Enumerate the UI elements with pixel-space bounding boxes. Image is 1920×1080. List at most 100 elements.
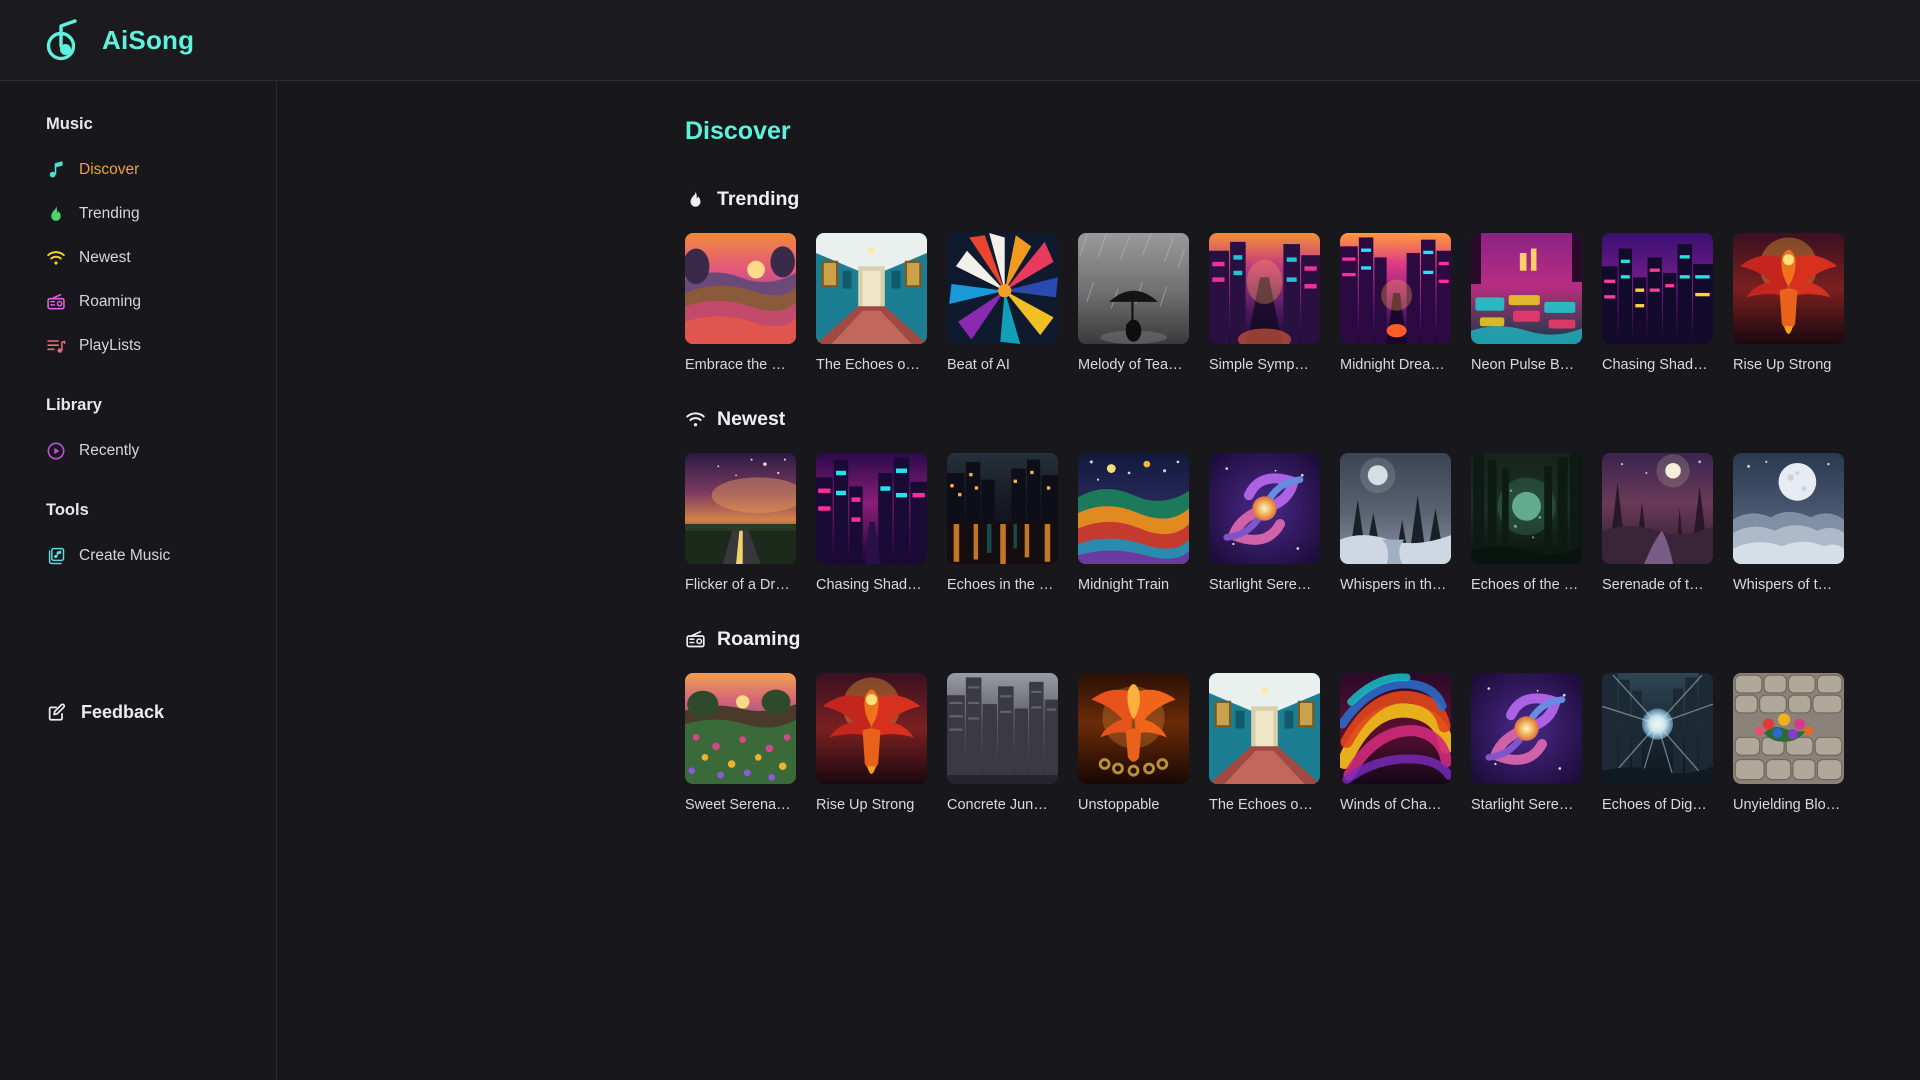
sidebar-item-label: PlayLists [79, 337, 141, 355]
song-card[interactable]: Starlight Sere… [1209, 453, 1320, 594]
song-title: Unstoppable [1078, 796, 1189, 814]
song-card[interactable]: Unstoppable [1078, 673, 1189, 814]
section-header: Roaming [685, 628, 1920, 651]
song-card[interactable]: Rise Up Strong [1733, 233, 1844, 374]
song-cover-art[interactable] [1471, 233, 1582, 344]
song-card[interactable]: Echoes of Dig… [1602, 673, 1713, 814]
song-card[interactable]: Concrete Jun… [947, 673, 1058, 814]
sidebar-item-newest[interactable]: Newest [0, 236, 276, 280]
song-title: Concrete Jun… [947, 796, 1058, 814]
app-name: AiSong [102, 25, 194, 56]
card-row: Embrace the … The Echoes o…Beat of AIMelo… [685, 233, 1920, 374]
song-cover-art[interactable] [1602, 673, 1713, 784]
song-title: Neon Pulse B… [1471, 356, 1582, 374]
song-title: Serenade of t… [1602, 576, 1713, 594]
sidebar-item-trending[interactable]: Trending [0, 192, 276, 236]
song-cover-art[interactable] [1340, 453, 1451, 564]
song-card[interactable]: Simple Symp… [1209, 233, 1320, 374]
music-note-logo-icon [44, 19, 84, 61]
song-cover-art[interactable] [1078, 233, 1189, 344]
song-cover-art[interactable] [947, 673, 1058, 784]
song-title: Whispers in th… [1340, 576, 1451, 594]
song-cover-art[interactable] [1471, 673, 1582, 784]
song-cover-art[interactable] [685, 453, 796, 564]
song-card[interactable]: Whispers of t… [1733, 453, 1844, 594]
song-card[interactable]: Chasing Shad… [1602, 233, 1713, 374]
song-title: Echoes in the … [947, 576, 1058, 594]
song-card[interactable]: Embrace the … [685, 233, 796, 374]
song-card[interactable]: The Echoes o… [816, 233, 927, 374]
song-card[interactable]: Unyielding Blo… [1733, 673, 1844, 814]
song-card[interactable]: The Echoes o… [1209, 673, 1320, 814]
song-card[interactable]: Neon Pulse B… [1471, 233, 1582, 374]
song-cover-art[interactable] [816, 453, 927, 564]
song-cover-art[interactable] [685, 673, 796, 784]
song-cover-art[interactable] [1209, 453, 1320, 564]
song-cover-art[interactable] [1602, 233, 1713, 344]
song-card[interactable]: Beat of AI [947, 233, 1058, 374]
sidebar-item-roaming[interactable]: Roaming [0, 280, 276, 324]
song-card[interactable]: Flicker of a Dr… [685, 453, 796, 594]
sidebar-group-title: Music [0, 115, 276, 134]
song-card[interactable]: Midnight Train [1078, 453, 1189, 594]
song-card[interactable]: Echoes in the … [947, 453, 1058, 594]
feedback-button[interactable]: Feedback [46, 701, 164, 723]
song-cover-art[interactable] [947, 233, 1058, 344]
song-title: Midnight Train [1078, 576, 1189, 594]
main-content: Discover TrendingEmbrace the …The Echoes… [277, 81, 1920, 1080]
song-cover-art[interactable] [816, 673, 927, 784]
sidebar-item-playlists[interactable]: PlayLists [0, 324, 276, 368]
brand-logo-area[interactable]: AiSong [44, 19, 194, 61]
sidebar-group-library: Library Recently [0, 396, 276, 473]
flame-icon [46, 204, 66, 224]
song-cover-art[interactable] [1733, 233, 1844, 344]
sidebar-item-label: Recently [79, 442, 139, 460]
song-cover-art[interactable] [1733, 453, 1844, 564]
song-cover-art[interactable] [816, 233, 927, 344]
create-music-icon [46, 546, 66, 566]
sidebar-item-create-music[interactable]: Create Music [0, 534, 276, 578]
song-card[interactable]: Whispers in th… [1340, 453, 1451, 594]
song-cover-art[interactable] [1209, 673, 1320, 784]
wifi-icon [685, 409, 706, 430]
song-card[interactable]: Midnight Drea… [1340, 233, 1451, 374]
song-cover-art[interactable] [1602, 453, 1713, 564]
app-shell: MusicDiscoverTrendingNewestRoamingPlayLi… [0, 81, 1920, 1080]
sidebar-item-recently[interactable]: Recently [0, 429, 276, 473]
wifi-icon [46, 248, 66, 268]
song-cover-art[interactable] [1340, 673, 1451, 784]
song-title: Winds of Cha… [1340, 796, 1451, 814]
sidebar-item-label: Roaming [79, 293, 141, 311]
song-card[interactable]: Rise Up Strong [816, 673, 927, 814]
sidebar-group-title: Library [0, 396, 276, 415]
song-card[interactable]: Chasing Shad… [816, 453, 927, 594]
song-cover-art[interactable] [1078, 453, 1189, 564]
song-card[interactable]: Sweet Serena… [685, 673, 796, 814]
song-card[interactable]: Serenade of t… [1602, 453, 1713, 594]
card-row: Flicker of a Dr… Chasing Shad… Echoes in t… [685, 453, 1920, 594]
song-title: Sweet Serena… [685, 796, 796, 814]
song-cover-art[interactable] [947, 453, 1058, 564]
song-title: Simple Symp… [1209, 356, 1320, 374]
song-cover-art[interactable] [1209, 233, 1320, 344]
sidebar-item-discover[interactable]: Discover [0, 148, 276, 192]
song-cover-art[interactable] [1471, 453, 1582, 564]
song-card[interactable]: Echoes of the … [1471, 453, 1582, 594]
song-card[interactable]: Melody of Tea… [1078, 233, 1189, 374]
flame-icon [685, 189, 706, 210]
song-title: Embrace the … [685, 356, 796, 374]
song-card[interactable]: Winds of Cha… [1340, 673, 1451, 814]
sidebar: Music DiscoverTrending Newest Roaming PlayLi… [0, 81, 277, 1080]
feedback-label: Feedback [81, 702, 164, 723]
song-card[interactable]: Starlight Sere… [1471, 673, 1582, 814]
section-title: Trending [717, 188, 799, 211]
song-cover-art[interactable] [1340, 233, 1451, 344]
song-cover-art[interactable] [685, 233, 796, 344]
song-title: Rise Up Strong [816, 796, 927, 814]
sidebar-group-music: Music DiscoverTrending Newest Roaming PlayLi… [0, 115, 276, 368]
section-trending: Trending Embrace the … The Echoes o…Beat o… [277, 188, 1920, 374]
song-title: Flicker of a Dr… [685, 576, 796, 594]
sidebar-item-label: Newest [79, 249, 131, 267]
song-cover-art[interactable] [1078, 673, 1189, 784]
song-cover-art[interactable] [1733, 673, 1844, 784]
